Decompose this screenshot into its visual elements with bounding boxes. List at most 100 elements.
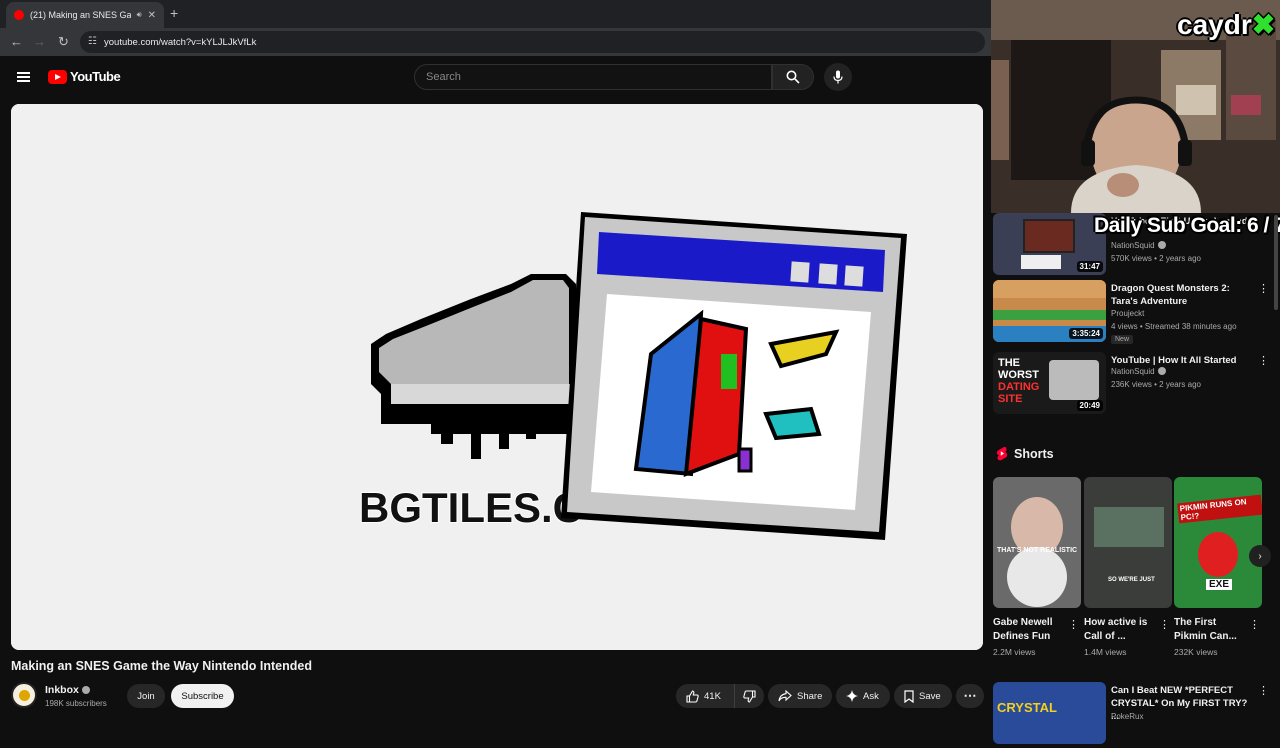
shorts-icon: [996, 446, 1008, 461]
channel-text: NationSquid: [1111, 367, 1155, 376]
thumbnail-line: THE: [998, 357, 1020, 369]
short-thumbnail: THAT'S NOT REALISTIC: [993, 477, 1081, 608]
channel-name-text: Inkbox: [45, 684, 79, 696]
menu-icon[interactable]: [17, 72, 30, 82]
ask-label: Ask: [863, 690, 879, 702]
forward-icon[interactable]: →: [33, 34, 46, 49]
close-tab-icon[interactable]: ✕: [148, 10, 156, 21]
thumbs-down-icon: [743, 689, 756, 703]
youtube-play-icon: [48, 69, 67, 84]
more-options-icon[interactable]: ⋮: [1068, 618, 1079, 631]
shorts-label: Shorts: [1014, 446, 1054, 461]
short-views: 232K views: [1174, 647, 1218, 657]
more-options-icon[interactable]: ⋮: [1258, 684, 1269, 697]
recommendation-meta: 4 views • Streamed 38 minutes ago: [1111, 322, 1237, 331]
subscribe-button[interactable]: Subscribe: [171, 684, 234, 708]
like-count: 41K: [704, 690, 721, 702]
channel-name[interactable]: Inkbox: [45, 684, 90, 696]
short-thumbnail: PIKMIN RUNS ON PC!? EXE: [1174, 477, 1262, 608]
youtube-logo[interactable]: YouTube: [48, 69, 121, 84]
recommendation-meta: 570K views • 2 years ago: [1111, 254, 1201, 263]
new-tab-icon[interactable]: +: [170, 5, 178, 21]
video-player[interactable]: BGTILES.C: [11, 104, 983, 650]
more-actions-button[interactable]: ⋯: [956, 684, 984, 708]
youtube-favicon-icon: [14, 10, 24, 20]
sub-goal-overlay: Daily Sub Goal: 6 / 7: [1094, 214, 1280, 237]
video-duration: 20:49: [1076, 400, 1103, 411]
short-overlay-text-2: EXE: [1206, 579, 1233, 590]
sidebar-scrollbar[interactable]: [1274, 215, 1278, 310]
more-options-icon[interactable]: ⋮: [1258, 282, 1269, 295]
short-overlay-text: SO WE'RE JUST: [1108, 577, 1155, 583]
thumbnail-line: DATING: [998, 381, 1040, 393]
recommendation-meta: 236K views • 2 years ago: [1111, 380, 1201, 389]
search-icon: [786, 70, 800, 84]
streamer-logo-icon: ✖: [1251, 9, 1276, 40]
recommendation-item[interactable]: CRYSTAL Can I Beat NEW *PERFECT CRYSTAL*…: [993, 682, 1269, 748]
verified-icon: [1157, 241, 1166, 249]
short-views: 2.2M views: [993, 647, 1036, 657]
recommendation-channel: Proujeckt: [1111, 309, 1145, 318]
channel-avatar[interactable]: [11, 682, 37, 708]
more-options-icon[interactable]: ⋮: [1249, 618, 1260, 631]
recommendation-item[interactable]: THE WORST DATING SITE 20:49 YouTube | Ho…: [993, 352, 1269, 418]
browser-tab[interactable]: (21) Making an SNES Game 🔊︎ ✕: [6, 2, 164, 28]
site-info-icon[interactable]: ☷: [88, 36, 97, 47]
video-title: Making an SNES Game the Way Nintendo Int…: [11, 659, 312, 673]
short-overlay-text: THAT'S NOT REALISTIC: [997, 547, 1078, 554]
video-frame: BGTILES.C: [11, 104, 983, 650]
short-title: The First Pikmin Can...: [1174, 617, 1237, 642]
ask-button[interactable]: Ask: [836, 684, 890, 708]
save-label: Save: [919, 690, 941, 702]
thumbnail-line: SITE: [998, 393, 1023, 405]
recommendation-item[interactable]: 3:35:24 Dragon Quest Monsters 2: Tara's …: [993, 280, 1269, 346]
window-graphic: [561, 212, 907, 540]
video-duration: 31:47: [1076, 261, 1103, 272]
voice-search-button[interactable]: [824, 63, 852, 91]
logo-text: YouTube: [70, 69, 121, 84]
youtube-header: YouTube Search: [0, 56, 991, 100]
thumbnail-text: CRYSTAL: [997, 700, 1057, 715]
recommendation-title: YouTube | How It All Started: [1111, 355, 1237, 366]
back-icon[interactable]: ←: [10, 34, 23, 49]
short-views: 1.4M views: [1084, 647, 1127, 657]
short-item[interactable]: SO WE'RE JUST How active is Call of ... …: [1084, 477, 1172, 657]
short-item[interactable]: PIKMIN RUNS ON PC!? EXE The First Pikmin…: [1174, 477, 1262, 657]
more-icon: ⋯: [963, 688, 977, 703]
search-button[interactable]: [772, 64, 814, 90]
like-button[interactable]: 41K: [676, 684, 734, 708]
video-thumbnail: 31:47: [993, 213, 1106, 275]
bgtiles-text: BGTILES.C: [359, 484, 583, 531]
thumbnail-inset: [1023, 219, 1075, 253]
thumbnail-pikmin: [1198, 532, 1238, 577]
short-title: Gabe Newell Defines Fun: [993, 617, 1053, 642]
tab-title: (21) Making an SNES Game: [30, 10, 131, 20]
subscriber-count: 198K subscribers: [45, 699, 107, 708]
short-item[interactable]: THAT'S NOT REALISTIC Gabe Newell Defines…: [993, 477, 1081, 657]
channel-text: NationSquid: [1111, 241, 1155, 250]
sparkle-icon: [846, 690, 858, 702]
thumbnail-screen: [1094, 507, 1164, 547]
search-input[interactable]: Search: [414, 64, 772, 90]
thumbnail-beard: [1007, 547, 1067, 607]
microphone-icon: [833, 70, 843, 84]
shorts-next-button[interactable]: ›: [1249, 545, 1271, 567]
share-button[interactable]: Share: [768, 684, 832, 708]
thumbnail-monitor: [1049, 360, 1099, 400]
recommendation-channel: NationSquid: [1111, 241, 1166, 250]
save-button[interactable]: Save: [894, 684, 952, 708]
thumbs-up-icon: [686, 689, 699, 703]
join-button[interactable]: Join: [127, 684, 165, 708]
reload-icon[interactable]: ↻: [58, 34, 69, 50]
more-options-icon[interactable]: ⋮: [1258, 354, 1269, 367]
more-options-icon[interactable]: ⋮: [1159, 618, 1170, 631]
recommendation-title: Dragon Quest Monsters 2: Tara's Adventur…: [1111, 283, 1230, 307]
streamer-name-text: caydr: [1177, 9, 1252, 40]
speaker-icon[interactable]: 🔊︎: [137, 10, 142, 20]
thumbnail-sky: [993, 280, 1106, 298]
dislike-button[interactable]: [734, 684, 764, 708]
search-placeholder: Search: [426, 71, 461, 83]
recommendation-channel: NationSquid: [1111, 367, 1166, 376]
short-thumbnail: SO WE'RE JUST: [1084, 477, 1172, 608]
url-field[interactable]: ☷ youtube.com/watch?v=kYLJLJkVfLk: [80, 31, 985, 53]
